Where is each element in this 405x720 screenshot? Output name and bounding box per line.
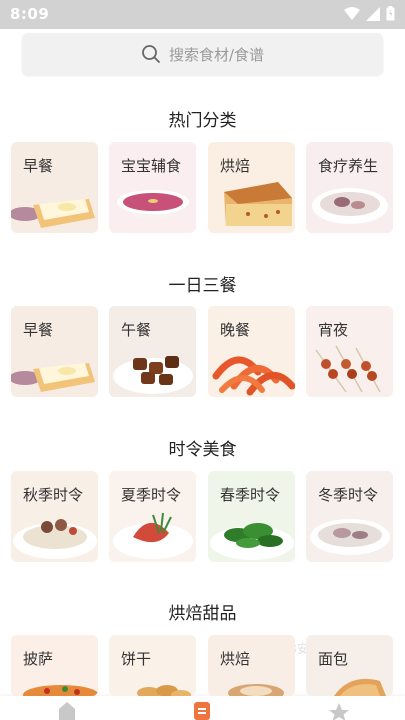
card-label: 夏季时令 [121,486,182,504]
recipe-book-icon [194,702,210,720]
card-label: 宝宝辅食 [121,157,182,175]
card-health[interactable]: 食疗养生 [306,142,393,233]
status-time: 8:09 [10,5,50,23]
card-baking-dessert[interactable]: 烘焙 [208,635,295,696]
nav-home[interactable] [57,700,77,720]
card-pizza[interactable]: 披萨 [11,635,98,696]
section-title-hot: 热门分类 [168,111,237,131]
home-icon [59,702,75,720]
card-label: 早餐 [23,321,54,339]
card-label: 冬季时令 [318,486,379,504]
card-label: 春季时令 [220,486,281,504]
card-autumn[interactable]: 秋季时令 [11,471,98,562]
card-bread[interactable]: 面包 [306,635,393,696]
nav-recipes[interactable] [192,700,212,720]
card-label: 早餐 [23,157,54,175]
card-label: 食疗养生 [318,157,379,175]
card-label: 晚餐 [220,321,251,339]
card-lunch[interactable]: 午餐 [109,306,196,397]
card-summer[interactable]: 夏季时令 [109,471,196,562]
status-bar: 8:09 [0,0,405,29]
card-label: 饼干 [121,650,152,668]
card-breakfast-meal[interactable]: 早餐 [11,306,98,397]
card-label: 烘焙 [220,650,251,668]
card-label: 午餐 [121,321,152,339]
card-spring[interactable]: 春季时令 [208,471,295,562]
section-title-seasonal: 时令美食 [168,440,237,460]
card-baking[interactable]: 烘焙 [208,142,295,233]
card-baby-food[interactable]: 宝宝辅食 [109,142,196,233]
search-placeholder: 搜索食材/食谱 [168,45,265,64]
card-label: 烘焙 [220,157,251,175]
card-breakfast[interactable]: 早餐 [11,142,98,233]
section-title-desserts: 烘焙甜品 [168,604,237,624]
card-label: 秋季时令 [23,486,84,504]
section-title-three-meals: 一日三餐 [168,276,237,296]
nav-favorites[interactable] [328,700,350,720]
card-dinner[interactable]: 晚餐 [208,306,295,397]
battery-icon [386,6,395,21]
signal-icon [366,6,380,21]
card-late-night[interactable]: 宵夜 [306,306,393,397]
search-icon [142,45,160,63]
card-label: 宵夜 [318,321,349,339]
search-input[interactable]: 搜索食材/食谱 [22,33,383,75]
card-cookies[interactable]: 饼干 [109,635,196,696]
bottom-nav [0,696,405,720]
card-label: 面包 [318,650,349,668]
card-label: 披萨 [23,650,54,668]
star-icon [329,703,349,720]
card-winter[interactable]: 冬季时令 [306,471,393,562]
wifi-icon [344,6,360,20]
status-icons [344,6,395,21]
